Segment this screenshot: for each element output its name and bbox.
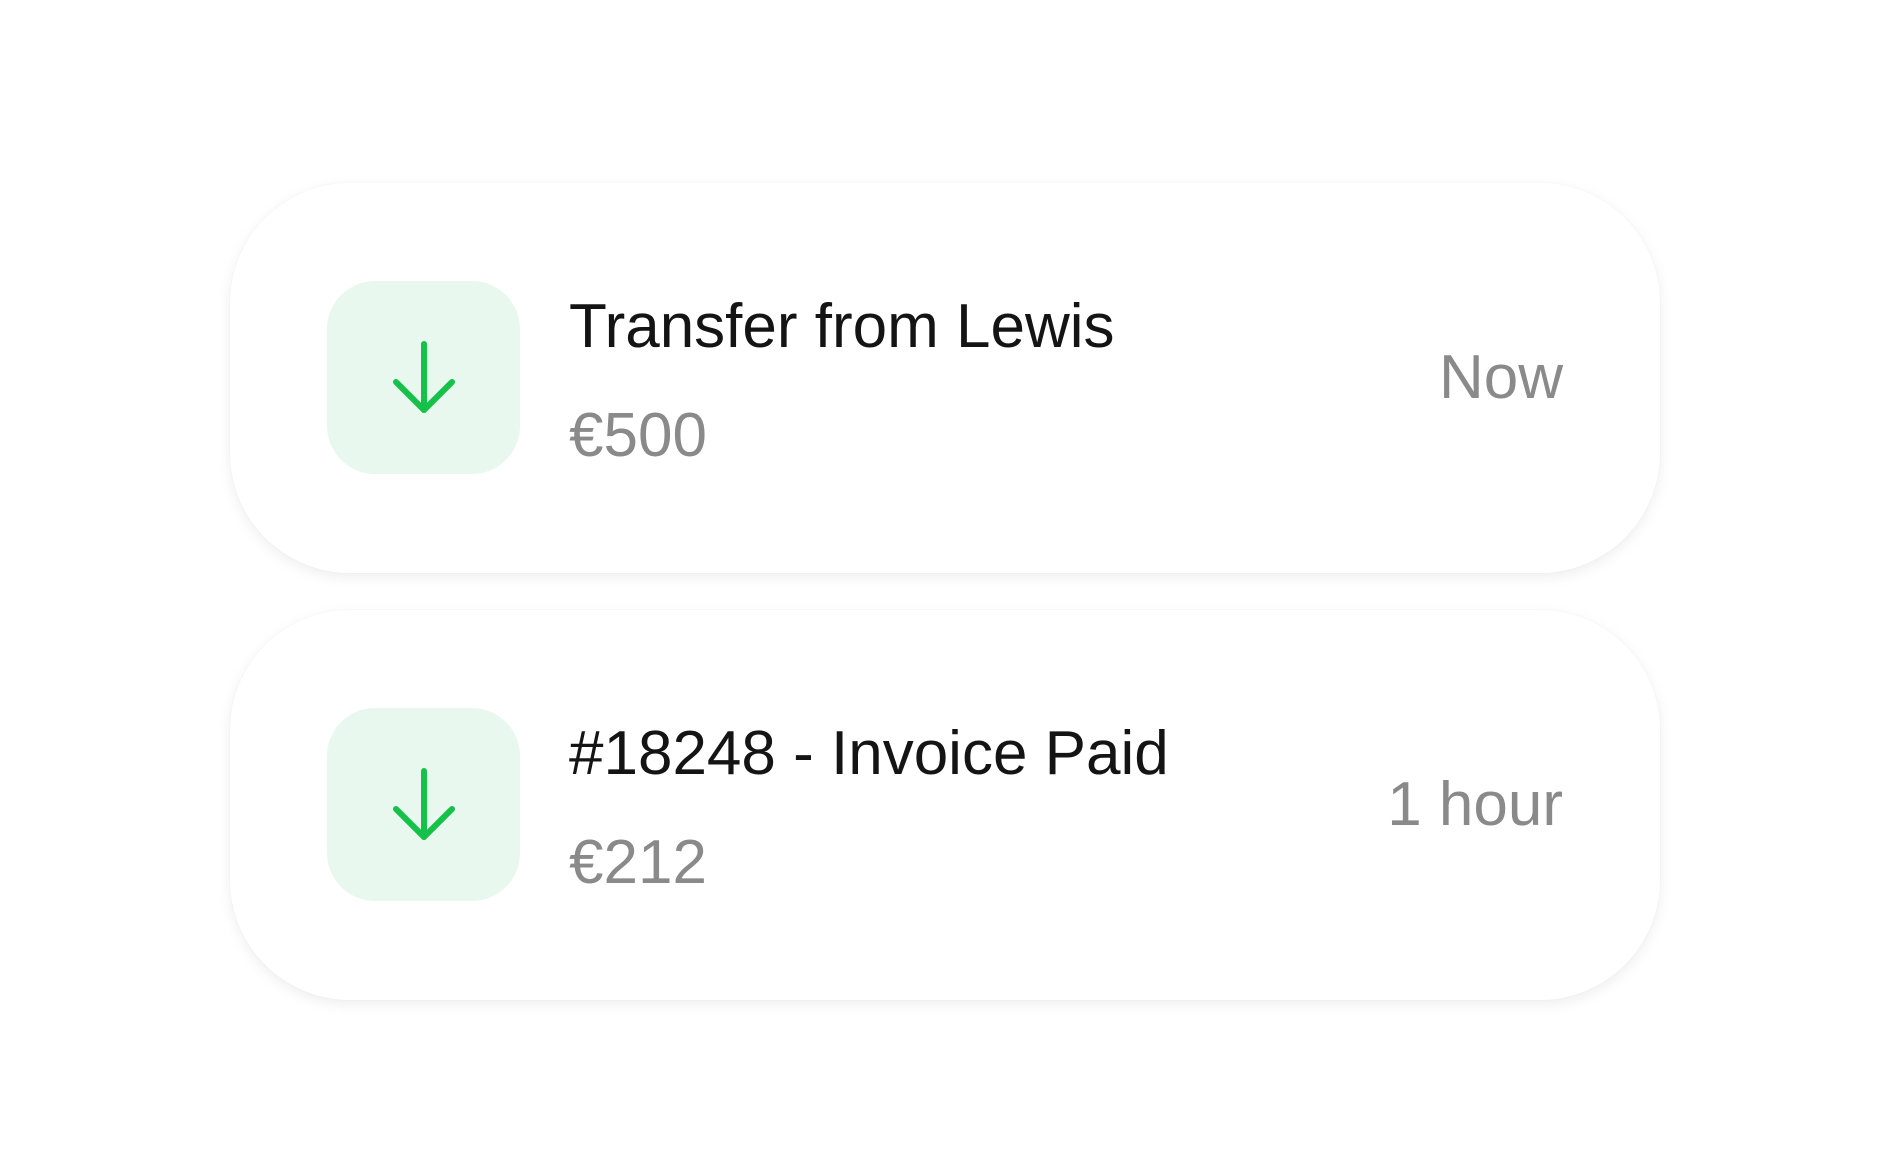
notification-amount: €212 xyxy=(569,828,707,897)
notification-list: Transfer from Lewis €500 Now #18248 - In… xyxy=(230,183,1660,1037)
arrow-down-icon xyxy=(392,340,455,413)
notification-time: Now xyxy=(1438,343,1563,412)
notification-amount: €500 xyxy=(569,401,707,470)
notification-card[interactable]: Transfer from Lewis €500 Now xyxy=(230,183,1660,573)
arrow-down-icon xyxy=(392,767,455,840)
notification-title: Transfer from Lewis xyxy=(569,292,1115,361)
notification-time: 1 hour xyxy=(1387,770,1563,839)
notification-title: #18248 - Invoice Paid xyxy=(569,719,1169,788)
notification-card[interactable]: #18248 - Invoice Paid €212 1 hour xyxy=(230,610,1660,1000)
incoming-icon-badge xyxy=(327,708,520,901)
incoming-icon-badge xyxy=(327,281,520,474)
